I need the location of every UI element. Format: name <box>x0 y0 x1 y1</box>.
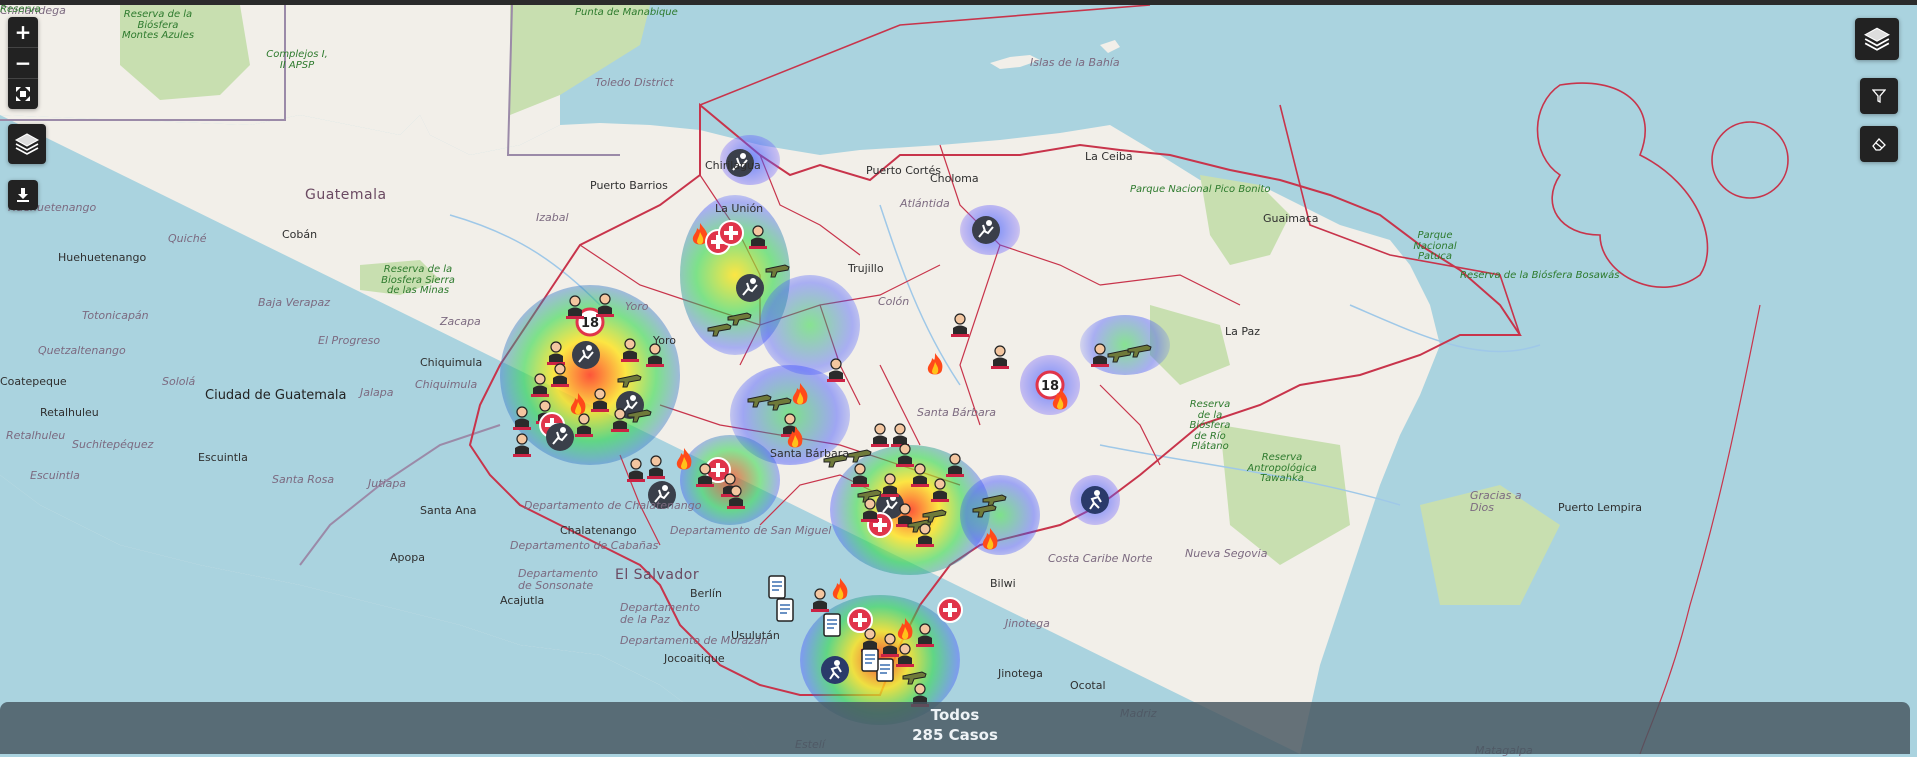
body-outline-icon[interactable] <box>971 215 1001 245</box>
person-icon[interactable] <box>525 370 555 400</box>
clear-button[interactable] <box>1860 126 1898 162</box>
person-icon[interactable] <box>590 290 620 320</box>
filter-title: Todos <box>930 706 980 724</box>
document-icon[interactable] <box>770 595 800 625</box>
person-icon[interactable] <box>910 620 940 650</box>
layers-button[interactable] <box>8 124 46 164</box>
park-nicaragua <box>1420 485 1560 605</box>
zoom-in-button[interactable]: + <box>8 17 38 48</box>
basemap-layers-button[interactable] <box>1855 18 1899 60</box>
firearm-icon[interactable] <box>763 255 793 285</box>
layers-icon <box>1864 27 1890 51</box>
filter-icon <box>1872 89 1886 103</box>
body-outline-icon[interactable] <box>571 340 601 370</box>
person-icon[interactable] <box>940 450 970 480</box>
fullscreen-button[interactable] <box>8 79 38 109</box>
layers-icon <box>14 133 40 155</box>
person-icon[interactable] <box>905 460 935 490</box>
case-summary-panel: Todos 285 Casos <box>0 702 1910 754</box>
person-icon[interactable] <box>641 452 671 482</box>
body-outline-icon[interactable] <box>735 273 765 303</box>
download-icon <box>17 188 29 202</box>
bay-island <box>990 55 1040 69</box>
filter-button[interactable] <box>1860 78 1898 114</box>
bay-island <box>1100 40 1120 53</box>
zoom-out-button[interactable]: − <box>8 48 38 79</box>
download-control <box>8 180 38 210</box>
person-icon[interactable] <box>560 292 590 322</box>
person-icon[interactable] <box>910 520 940 550</box>
fleeing-person-icon[interactable] <box>1080 485 1110 515</box>
firearm-icon[interactable] <box>705 314 735 344</box>
fire-icon[interactable] <box>785 380 815 410</box>
person-icon[interactable] <box>507 430 537 460</box>
border-maritime <box>699 5 1151 106</box>
case-count: 285 Casos <box>912 726 998 744</box>
person-icon[interactable] <box>821 355 851 385</box>
firearm-icon[interactable] <box>625 400 655 430</box>
person-icon[interactable] <box>875 470 905 500</box>
person-icon[interactable] <box>945 310 975 340</box>
border-swan-islands <box>1536 82 1709 288</box>
border-nicaragua-coast <box>1639 304 1761 754</box>
medical-cross-icon[interactable] <box>716 218 746 248</box>
person-icon[interactable] <box>743 222 773 252</box>
eraser-icon <box>1872 138 1886 151</box>
body-outline-icon[interactable] <box>647 480 677 510</box>
firearm-icon[interactable] <box>1125 335 1155 365</box>
fullscreen-icon <box>16 87 30 101</box>
park-belize <box>510 5 650 115</box>
fire-icon[interactable] <box>1045 385 1075 415</box>
fire-icon[interactable] <box>920 350 950 380</box>
fleeing-person-icon[interactable] <box>820 655 850 685</box>
fire-icon[interactable] <box>780 423 810 453</box>
document-icon[interactable] <box>817 610 847 640</box>
download-button[interactable] <box>8 180 38 210</box>
layer-control <box>8 124 46 164</box>
body-outline-icon[interactable] <box>725 148 755 178</box>
person-icon[interactable] <box>507 403 537 433</box>
map-canvas[interactable]: 18 18 Reserva de la Biósfera Montes Azule… <box>0 4 1917 756</box>
document-icon[interactable] <box>855 645 885 675</box>
person-icon[interactable] <box>721 482 751 512</box>
basemap <box>0 5 1789 754</box>
person-icon[interactable] <box>985 342 1015 372</box>
fire-icon[interactable] <box>563 390 593 420</box>
firearm-icon[interactable] <box>970 495 1000 525</box>
border-circle <box>1711 121 1789 199</box>
zoom-control: + − <box>8 17 38 109</box>
fire-icon[interactable] <box>975 525 1005 555</box>
